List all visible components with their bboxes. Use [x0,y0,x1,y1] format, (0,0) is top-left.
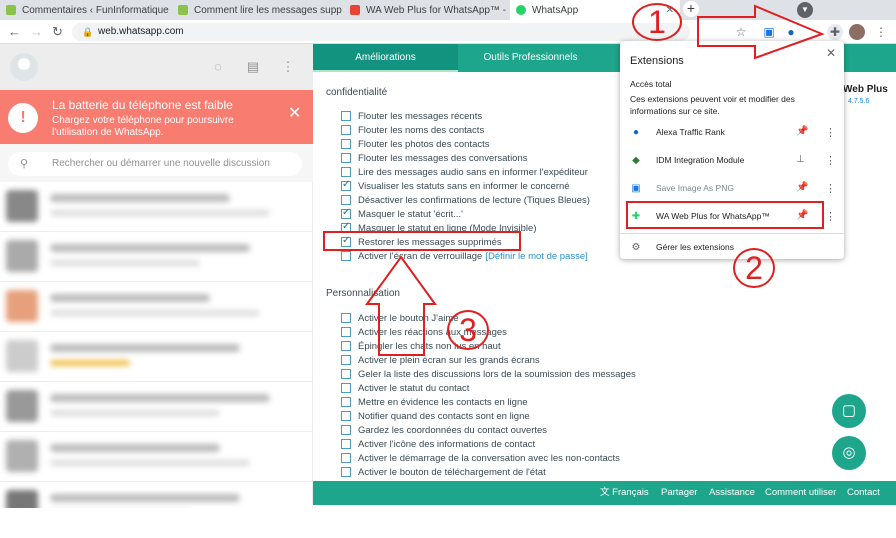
annotation-arrows [365,4,825,356]
arrow-up-shape [365,255,437,356]
arrow-right-shape [697,4,825,60]
